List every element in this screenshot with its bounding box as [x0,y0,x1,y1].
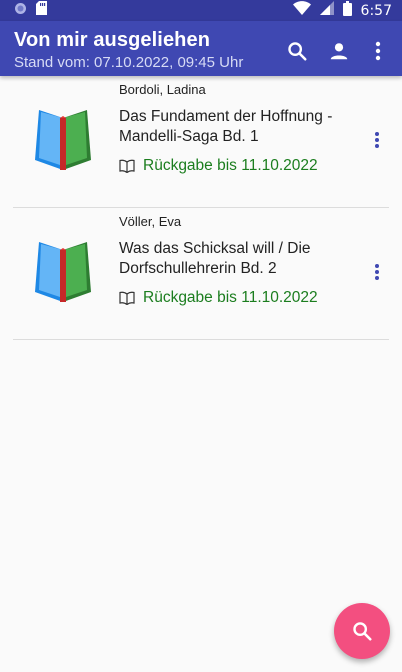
search-icon [353,622,372,641]
loan-list: Bordoli, Ladina Das Fundament der Hoffnu… [0,76,402,340]
loan-item[interactable]: Völler, Eva Was das Schicksal will / Die… [13,208,389,340]
search-icon [288,42,307,61]
loan-author: Bordoli, Ladina [119,82,206,97]
sd-card-icon [36,1,47,20]
battery-icon [342,0,352,21]
loan-item[interactable]: Bordoli, Ladina Das Fundament der Hoffnu… [13,76,389,208]
cell-signal-icon [319,1,334,20]
search-fab[interactable] [334,603,390,659]
search-button[interactable] [276,30,318,72]
loan-due-text: Rückgabe bis 11.10.2022 [143,289,318,306]
open-book-icon [119,159,135,173]
overflow-menu-icon [375,132,379,148]
status-time: 6:57 [360,2,392,19]
loan-title: Was das Schicksal will / Die Dorfschulle… [119,240,311,277]
book-cover-icon [35,110,91,170]
overflow-menu-button[interactable] [360,30,396,72]
book-cover-icon [35,242,91,302]
loan-due-date: Rückgabe bis 11.10.2022 [119,157,318,175]
overflow-menu-icon [375,41,381,61]
wifi-icon [292,1,311,20]
item-menu-button[interactable] [365,128,389,152]
account-icon [330,43,348,60]
notification-circle-icon [14,2,27,20]
item-menu-button[interactable] [365,260,389,284]
loan-due-date: Rückgabe bis 11.10.2022 [119,289,318,307]
loan-author: Völler, Eva [119,214,182,229]
overflow-menu-icon [375,264,379,280]
account-button[interactable] [318,30,360,72]
app-bar: Von mir ausgeliehen Stand vom: 07.10.202… [0,21,402,76]
open-book-icon [119,291,135,305]
loan-title: Das Fundament der Hoffnung - Mandelli-Sa… [119,108,333,145]
status-bar: 6:57 [0,0,402,21]
loan-due-text: Rückgabe bis 11.10.2022 [143,157,318,174]
